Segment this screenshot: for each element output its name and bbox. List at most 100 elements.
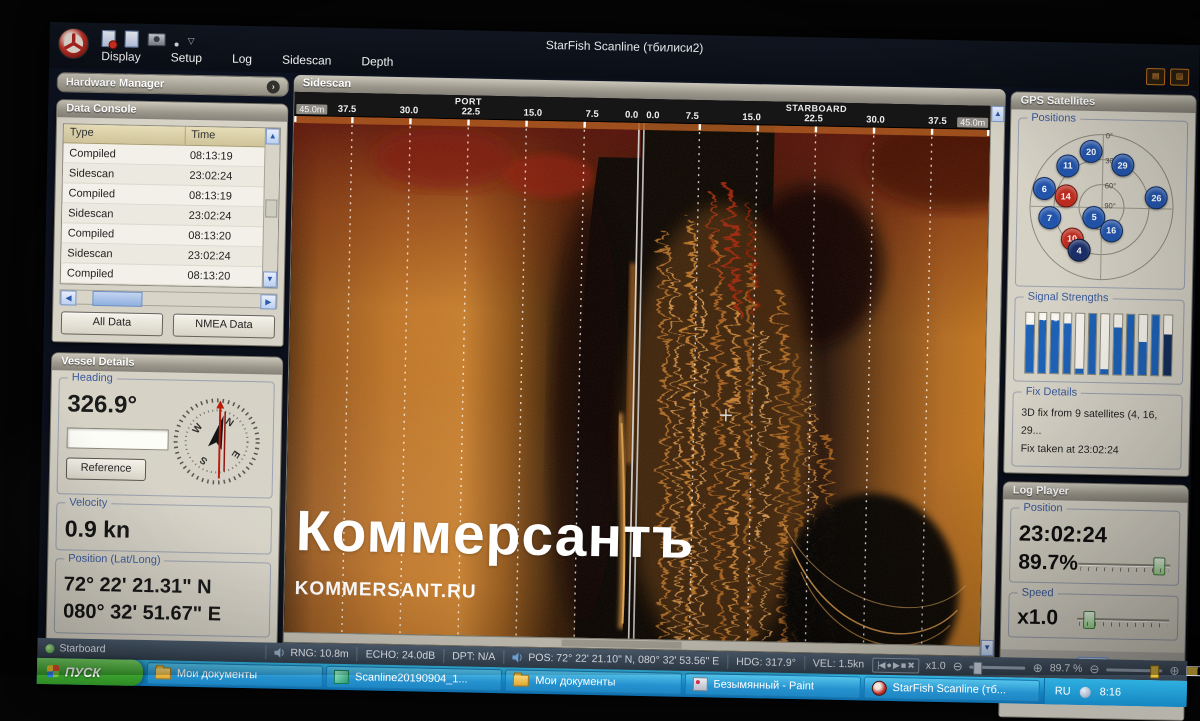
- hardware-manager-bar[interactable]: Hardware Manager ›: [57, 72, 289, 97]
- expand-icon[interactable]: ›: [267, 80, 280, 93]
- taskbar-task[interactable]: Scanline20190904_1...: [326, 666, 503, 692]
- speed-value: x1.0: [1017, 605, 1077, 630]
- taskbar-task[interactable]: Безымянный - Paint: [684, 673, 861, 699]
- channel-label: Starboard: [59, 642, 105, 655]
- eject-icon[interactable]: ✖: [907, 660, 914, 671]
- watermark-brand: Коммерсантъ: [295, 498, 695, 572]
- column-type[interactable]: Type: [64, 124, 186, 144]
- system-tray: RU 8:16: [1044, 678, 1187, 707]
- taskbar-task[interactable]: StarFish Scanline (тб...: [863, 676, 1040, 702]
- sonar-view[interactable]: Коммерсантъ KOMMERSANT.RU: [284, 116, 990, 646]
- reference-button[interactable]: Reference: [66, 457, 146, 481]
- velocity-value: 0.9 kn: [65, 515, 264, 546]
- menu-sidescan[interactable]: Sidescan: [282, 53, 332, 68]
- scrollbar-thumb[interactable]: [265, 199, 277, 217]
- scrollbar-thumb[interactable]: [562, 639, 682, 648]
- playback-position-label: Position: [1019, 501, 1066, 514]
- plus-icon[interactable]: ⊕: [1169, 666, 1179, 676]
- velocity-group: Velocity 0.9 kn: [55, 502, 272, 554]
- skip-start-icon[interactable]: |◀: [877, 659, 884, 670]
- minus-icon[interactable]: ⊖: [1089, 664, 1099, 674]
- compass-e: E: [229, 448, 242, 460]
- menu-display[interactable]: Display: [101, 49, 141, 64]
- window-button-icon[interactable]: ▤: [1170, 68, 1189, 85]
- folder-icon: [155, 667, 171, 679]
- depth-status: DPT: N/A: [443, 649, 503, 664]
- signal-bar: [1150, 314, 1161, 376]
- compass-w: W: [191, 421, 206, 435]
- menu-setup[interactable]: Setup: [171, 50, 203, 65]
- status-speed-slider[interactable]: [970, 665, 1026, 669]
- log-player-title: Log Player: [1013, 482, 1070, 500]
- gps-satellite-11: 11: [1056, 154, 1079, 177]
- scroll-up-icon[interactable]: ▲: [991, 106, 1004, 122]
- signal-bar: [1112, 313, 1123, 375]
- nmea-data-button[interactable]: NMEA Data: [173, 314, 275, 339]
- scroll-right-icon[interactable]: ▶: [260, 294, 276, 309]
- tray-icon[interactable]: [1080, 686, 1091, 697]
- status-position-slider[interactable]: [1106, 668, 1162, 672]
- gps-icon: [512, 652, 523, 662]
- scroll-down-icon[interactable]: ▼: [263, 271, 277, 287]
- hardware-manager-title: Hardware Manager: [66, 73, 165, 93]
- signal-strengths-group: Signal Strengths 3467: [1013, 296, 1185, 384]
- mini-transport[interactable]: |◀ ● ▶ ■ ✖: [872, 657, 919, 673]
- starfish-icon: [871, 680, 886, 695]
- signal-bars: 3467: [1022, 310, 1175, 377]
- vessel-details-title: Vessel Details: [61, 353, 135, 371]
- window-buttons: ▤ ▤: [1146, 68, 1189, 86]
- data-console-title: Data Console: [66, 100, 137, 118]
- start-label: ПУСК: [65, 664, 101, 680]
- minus-icon[interactable]: ⊖: [953, 661, 963, 671]
- position-label: Position (Lat/Long): [64, 552, 165, 566]
- status-percent: 89.7 %: [1050, 662, 1083, 675]
- paint-icon: [692, 677, 707, 691]
- menu-log[interactable]: Log: [232, 52, 252, 66]
- table-vertical-scrollbar[interactable]: ▲ ▼: [262, 128, 280, 287]
- vessel-details-panel: Vessel Details Heading 326.9° Reference: [46, 352, 284, 645]
- window-button-icon[interactable]: ▤: [1146, 68, 1165, 85]
- scroll-up-icon[interactable]: ▲: [266, 128, 280, 144]
- folder-icon: [513, 674, 529, 686]
- column-time[interactable]: Time: [185, 127, 221, 146]
- stop-icon[interactable]: ■: [901, 660, 906, 671]
- table-row[interactable]: Compiled08:13:20: [61, 263, 262, 287]
- gps-satellite-plot: 0° 30° 60° 90° 201129614267516104: [1028, 133, 1175, 282]
- heading-group: Heading 326.9° Reference: [57, 377, 275, 498]
- channel-status-icon: [45, 644, 54, 653]
- monitor-screen: ▽ StarFish Scanline (тбилиси2) ▤ ▤ Displ…: [37, 22, 1200, 707]
- fix-details-label: Fix Details: [1022, 386, 1082, 399]
- gps-satellites-panel: GPS Satellites Positions 0° 30° 60°: [1003, 91, 1197, 476]
- reference-input[interactable]: [66, 427, 168, 450]
- signal-strengths-label: Signal Strengths: [1024, 291, 1113, 305]
- signal-bar: [1074, 313, 1085, 375]
- menu-depth[interactable]: Depth: [361, 54, 393, 69]
- speed-slider[interactable]: [1077, 608, 1169, 630]
- play-icon[interactable]: ▶: [893, 660, 899, 671]
- compass: N E S W: [168, 392, 266, 490]
- position-slider[interactable]: [1078, 553, 1170, 575]
- fix-line-2: Fix taken at 23:02:24: [1020, 440, 1172, 461]
- menu-bar: Display Setup Log Sidescan Depth: [101, 49, 393, 69]
- all-data-button[interactable]: All Data: [61, 311, 163, 336]
- table-horizontal-scrollbar[interactable]: ◀ ▶: [59, 289, 277, 308]
- windows-logo-icon: [47, 665, 59, 678]
- scroll-left-icon[interactable]: ◀: [60, 290, 76, 305]
- echo-status: ECHO: 24.0dB: [357, 647, 444, 663]
- taskbar-task[interactable]: Мои документы: [505, 669, 682, 695]
- signal-bar: 6: [1049, 312, 1060, 374]
- ring-label: 90°: [1104, 201, 1116, 210]
- app-main: Hardware Manager › Data Console Type Tim…: [38, 68, 1199, 661]
- plus-icon[interactable]: ⊕: [1033, 663, 1043, 673]
- scroll-down-icon[interactable]: ▼: [980, 640, 993, 656]
- playback-percent: 89.7%: [1018, 550, 1078, 575]
- right-panel: GPS Satellites Positions 0° 30° 60°: [999, 89, 1196, 661]
- scanline-icon: [334, 670, 349, 684]
- zero-ticks: 0.0 0.0: [625, 110, 660, 122]
- record-icon[interactable]: ●: [886, 659, 891, 670]
- scrollbar-thumb[interactable]: [92, 291, 142, 307]
- longitude-value: 080° 32' 51.67" E: [63, 598, 262, 629]
- start-button[interactable]: ПУСК: [37, 658, 144, 686]
- language-indicator[interactable]: RU: [1055, 685, 1071, 697]
- clock: 8:16: [1100, 686, 1122, 698]
